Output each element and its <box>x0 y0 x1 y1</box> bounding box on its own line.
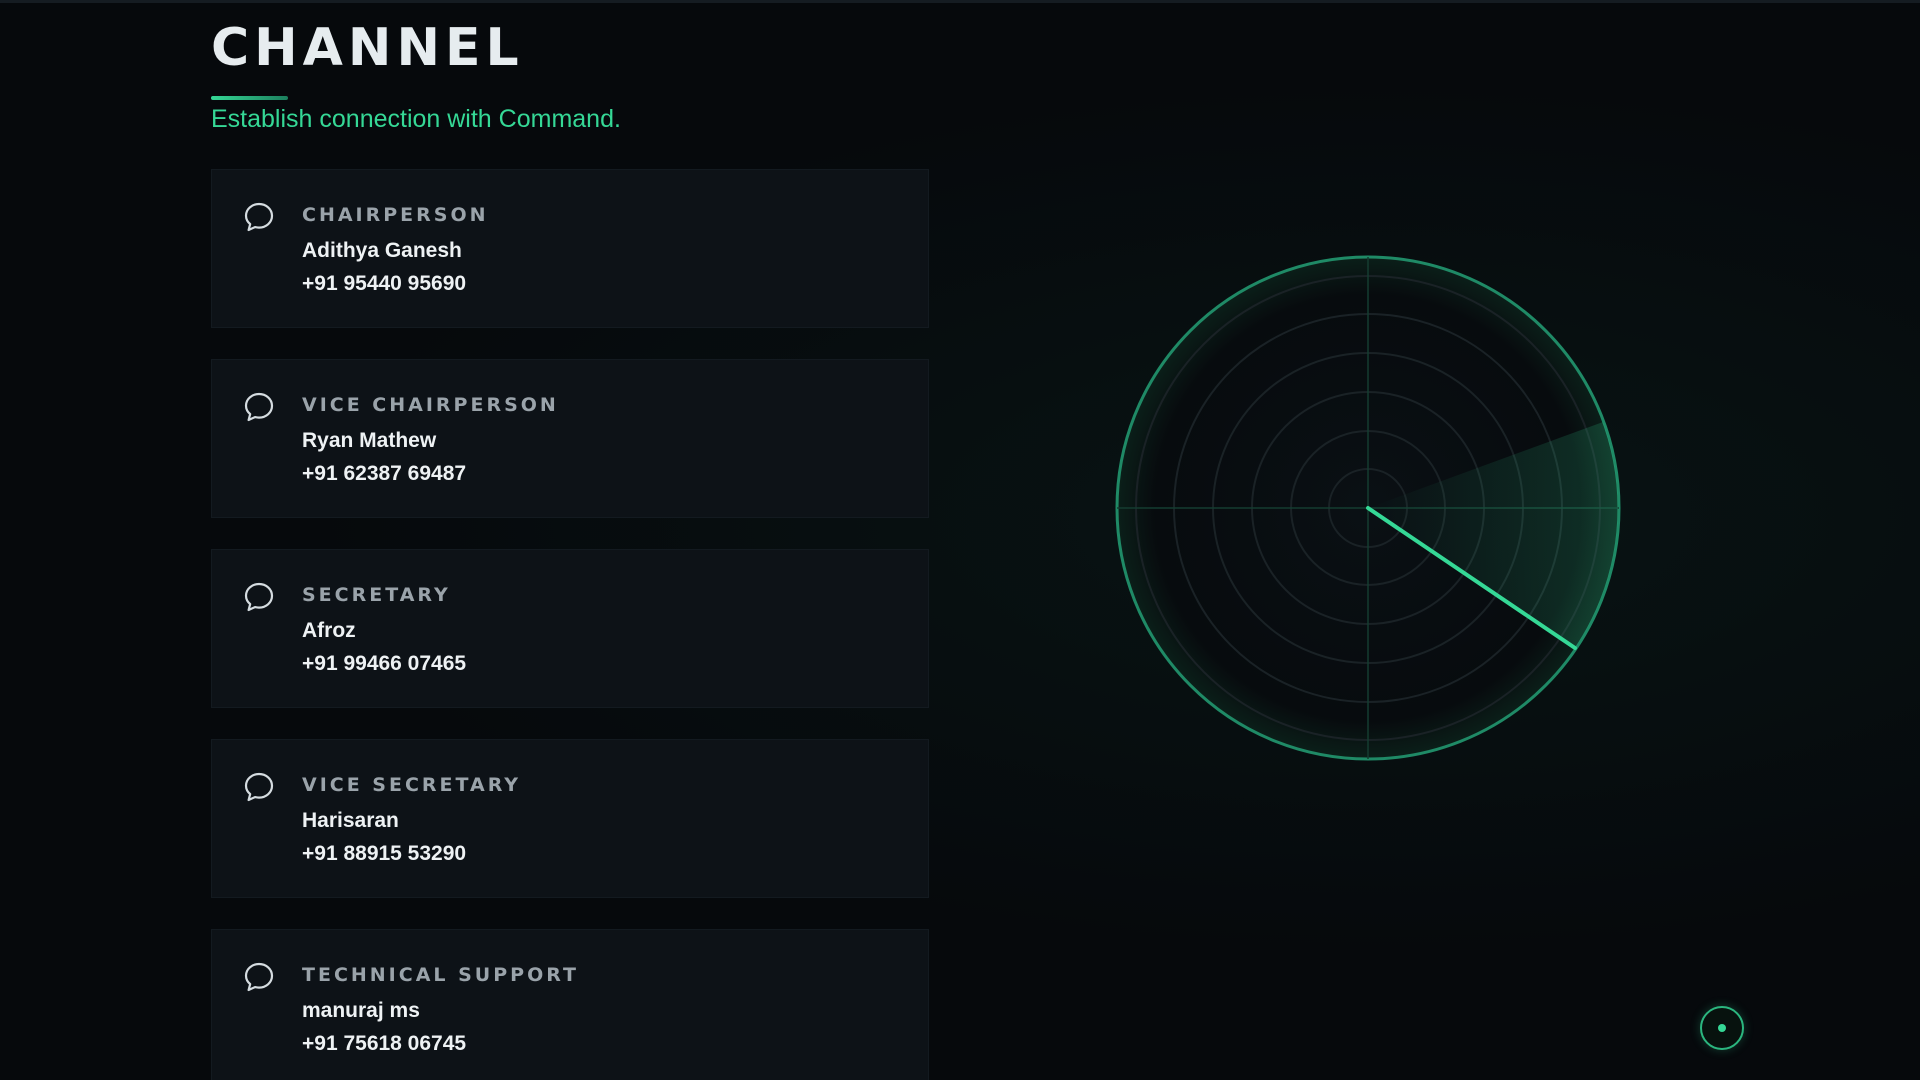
top-divider <box>0 0 1920 3</box>
contact-role: Technical Support <box>302 964 579 986</box>
status-dot-core <box>1718 1024 1726 1032</box>
chat-bubble-icon <box>244 582 274 612</box>
contact-name: manuraj ms <box>302 999 420 1022</box>
page-subtitle: Establish connection with Command. <box>211 105 621 133</box>
contact-name: Adithya Ganesh <box>302 239 462 262</box>
chat-bubble-icon <box>244 392 274 422</box>
status-dot-icon[interactable] <box>1700 1006 1744 1050</box>
contact-card-technical-support[interactable]: Technical Support manuraj ms +91 75618 0… <box>211 929 929 1080</box>
contact-name: Ryan Mathew <box>302 429 437 452</box>
contact-phone[interactable]: +91 62387 69487 <box>302 461 466 487</box>
contact-phone[interactable]: +91 95440 95690 <box>302 271 466 297</box>
chat-bubble-icon <box>244 202 274 232</box>
contact-role: Vice Secretary <box>302 774 522 796</box>
page-title: CHANNEL <box>211 18 524 78</box>
contact-phone[interactable]: +91 75618 06745 <box>302 1031 466 1057</box>
radar-sweep-icon <box>1115 255 1621 761</box>
contact-card-vice-chairperson[interactable]: Vice Chairperson Ryan Mathew +91 62387 6… <box>211 359 929 518</box>
chat-bubble-icon <box>244 772 274 802</box>
contact-phone[interactable]: +91 99466 07465 <box>302 651 466 677</box>
contact-role: Secretary <box>302 584 451 606</box>
chat-bubble-icon <box>244 962 274 992</box>
contact-list: Chairperson Adithya Ganesh +91 95440 956… <box>211 169 929 1080</box>
contact-card-secretary[interactable]: Secretary Afroz +91 99466 07465 <box>211 549 929 708</box>
contact-card-chairperson[interactable]: Chairperson Adithya Ganesh +91 95440 956… <box>211 169 929 328</box>
contact-name: Afroz <box>302 619 356 642</box>
contact-name: Harisaran <box>302 809 399 832</box>
contact-phone[interactable]: +91 88915 53290 <box>302 841 466 867</box>
contact-role: Vice Chairperson <box>302 394 559 416</box>
contact-card-vice-secretary[interactable]: Vice Secretary Harisaran +91 88915 53290 <box>211 739 929 898</box>
contact-role: Chairperson <box>302 204 489 226</box>
title-underline <box>211 96 288 100</box>
